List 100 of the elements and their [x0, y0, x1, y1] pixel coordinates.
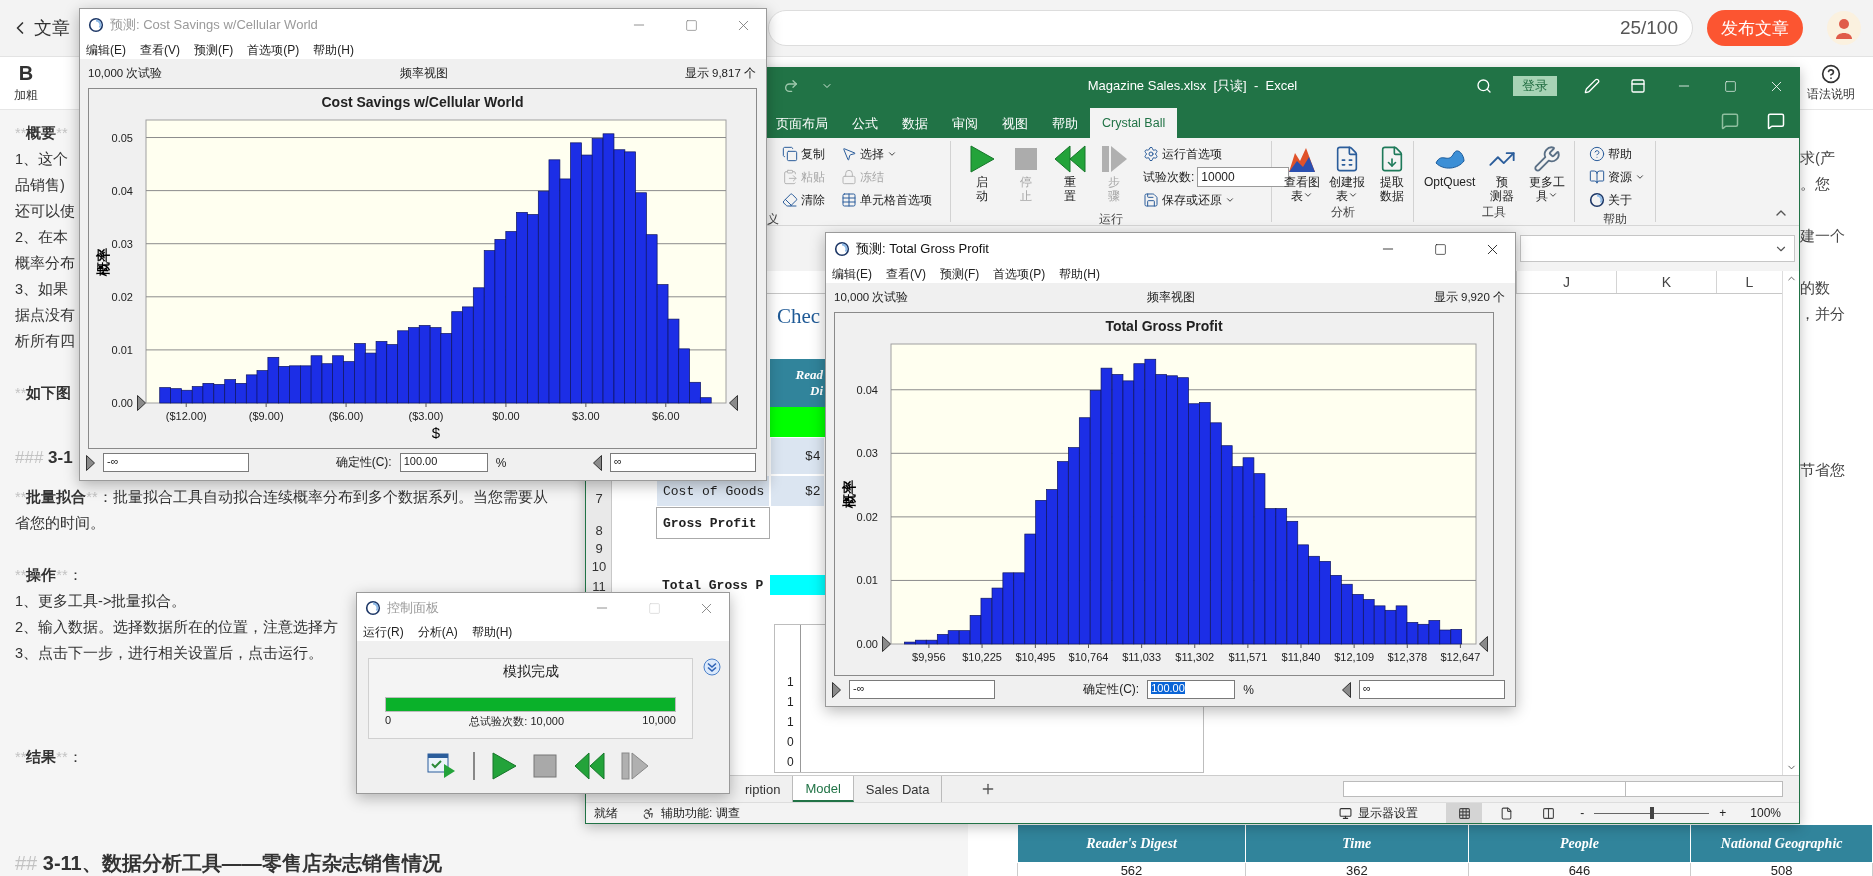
maximize-icon[interactable]	[1433, 242, 1447, 256]
menu-item[interactable]: 分析(A)	[417, 623, 458, 641]
menu-item[interactable]: 帮助(H)	[1059, 265, 1100, 283]
chart-title: Total Gross Profit	[1105, 317, 1223, 336]
ribbon-button[interactable]: OptQuest	[1420, 143, 1480, 189]
ribbon-button[interactable]: 提取 数据	[1371, 143, 1413, 203]
sheet-title: Chec	[776, 302, 821, 330]
status-text[interactable]: 辅助功能: 调查	[661, 804, 740, 822]
preview-text: 节省您	[1800, 461, 1845, 480]
shown-count: 显示 9,920 个	[1433, 290, 1505, 305]
ribbon-tab[interactable]: 公式	[840, 110, 890, 138]
ribbon-button[interactable]: 资源	[1587, 166, 1647, 188]
range-handle[interactable]	[1479, 636, 1488, 652]
menu-item[interactable]: 编辑(E)	[832, 265, 872, 283]
scrollbar[interactable]	[1343, 781, 1783, 797]
menu-item[interactable]: 运行(R)	[363, 623, 404, 641]
input-field[interactable]: -∞	[849, 680, 995, 699]
menu-item[interactable]: 首选项(P)	[247, 41, 300, 59]
menu-item[interactable]: 查看(V)	[140, 41, 180, 59]
ribbon-button[interactable]: 创建报 表	[1325, 143, 1369, 203]
bold-button[interactable]: B 加粗	[14, 62, 38, 104]
menu-item[interactable]: 帮助(H)	[313, 41, 354, 59]
range-handle[interactable]	[593, 454, 602, 471]
ribbon-tab[interactable]: Crystal Ball	[1090, 108, 1178, 138]
range-handle[interactable]	[86, 454, 95, 471]
menu-item[interactable]: 预测(F)	[194, 41, 234, 59]
ribbon-button[interactable]: 单元格首选项	[839, 189, 934, 211]
ribbon-tab[interactable]: 视图	[990, 110, 1040, 138]
input-field[interactable]: -∞	[103, 453, 249, 472]
ribbon-button[interactable]: 预 测器	[1481, 143, 1524, 203]
input-field[interactable]: ∞	[610, 453, 756, 472]
axis-tick-label: 0	[787, 735, 794, 749]
histogram-bar	[170, 388, 182, 404]
help-icon	[1821, 63, 1841, 84]
paste-icon	[782, 169, 798, 185]
pen-icon[interactable]	[1584, 78, 1600, 94]
ribbon-button[interactable]: 重 置	[1049, 143, 1091, 203]
menu-item[interactable]: 帮助(H)	[471, 623, 513, 641]
menu-item[interactable]: 编辑(E)	[86, 41, 126, 59]
ribbon-button[interactable]: 启 动	[961, 143, 1003, 203]
column-header[interactable]: K	[1616, 271, 1716, 293]
scrollbar[interactable]	[1782, 271, 1799, 775]
stop-icon	[1013, 145, 1039, 173]
ribbon-button[interactable]: 复制	[780, 143, 827, 165]
range-handle[interactable]	[729, 395, 738, 411]
axis-tick-label: $11,571	[1228, 651, 1268, 663]
ribbon-display-icon[interactable]	[1630, 78, 1646, 94]
axis-tick-label: $11,302	[1175, 651, 1215, 663]
title-field[interactable]: 25/100	[768, 10, 1693, 46]
trials-label: 10,000 次试验	[88, 66, 163, 81]
ribbon-button[interactable]: 清除	[780, 189, 827, 211]
ribbon-button[interactable]: 更多工 具	[1525, 143, 1570, 203]
certainty-field[interactable]: 100.00	[399, 453, 488, 472]
caret-icon	[1302, 190, 1313, 200]
sheet-tab[interactable]: Model	[793, 776, 854, 802]
expand-icon[interactable]	[703, 658, 721, 676]
axis-tick-label: $9,956	[912, 651, 946, 663]
comment-icon[interactable]	[1721, 112, 1739, 130]
slider-thumb[interactable]	[1649, 807, 1654, 819]
certainty-field[interactable]: 100.00	[1147, 680, 1236, 699]
preview-text: 。您	[1800, 175, 1830, 194]
ribbon-tab[interactable]: 审阅	[940, 110, 990, 138]
redo-icon[interactable]	[783, 78, 799, 94]
view-button[interactable]	[1446, 803, 1483, 823]
formula-field[interactable]	[1520, 235, 1795, 262]
zoom-out-button[interactable]: -	[1580, 806, 1585, 820]
preview-text: 的数	[1800, 279, 1830, 298]
syntax-help-button[interactable]: 语法说明	[1807, 63, 1855, 103]
table-cell: $4	[770, 437, 825, 475]
rewind-icon[interactable]	[573, 752, 605, 780]
back-link[interactable]: 文章	[10, 16, 70, 40]
axis-tick-label: ($12.00)	[165, 410, 207, 422]
range-handle[interactable]	[1342, 681, 1351, 698]
row-number: 10	[590, 558, 608, 575]
monitor-icon[interactable]	[1339, 806, 1353, 820]
ribbon-button[interactable]: 选择	[839, 143, 934, 165]
menu-item[interactable]: 首选项(P)	[993, 265, 1046, 283]
avatar[interactable]	[1827, 11, 1861, 45]
ribbon-button[interactable]: 关于	[1587, 189, 1647, 211]
table-cell	[770, 575, 825, 595]
accessibility-icon[interactable]	[642, 806, 655, 820]
certainty-label: 确定性(C):	[335, 454, 392, 471]
range-handle[interactable]	[832, 681, 841, 698]
ribbon-tab[interactable]: 帮助	[1040, 110, 1090, 138]
range-handle[interactable]	[882, 636, 891, 652]
ribbon-button[interactable]: 帮助	[1587, 143, 1647, 165]
search-icon[interactable]	[1476, 78, 1492, 94]
report-icon[interactable]	[427, 752, 457, 780]
status-text[interactable]: 显示器设置	[1358, 804, 1419, 822]
input-field[interactable]: ∞	[1359, 680, 1505, 699]
zoom-in-button[interactable]: +	[1719, 806, 1727, 820]
ribbon-tab[interactable]: 页面布局	[764, 110, 840, 138]
ribbon-tab[interactable]: 数据	[890, 110, 940, 138]
menu-item[interactable]: 预测(F)	[940, 265, 980, 283]
menu-item[interactable]: 查看(V)	[886, 265, 926, 283]
signin-button[interactable]: 登录	[1513, 76, 1557, 96]
histogram-bar	[180, 389, 193, 404]
play-icon[interactable]	[491, 752, 517, 780]
range-handle[interactable]	[137, 395, 146, 411]
axis-tick-label: $12,647	[1440, 651, 1481, 663]
